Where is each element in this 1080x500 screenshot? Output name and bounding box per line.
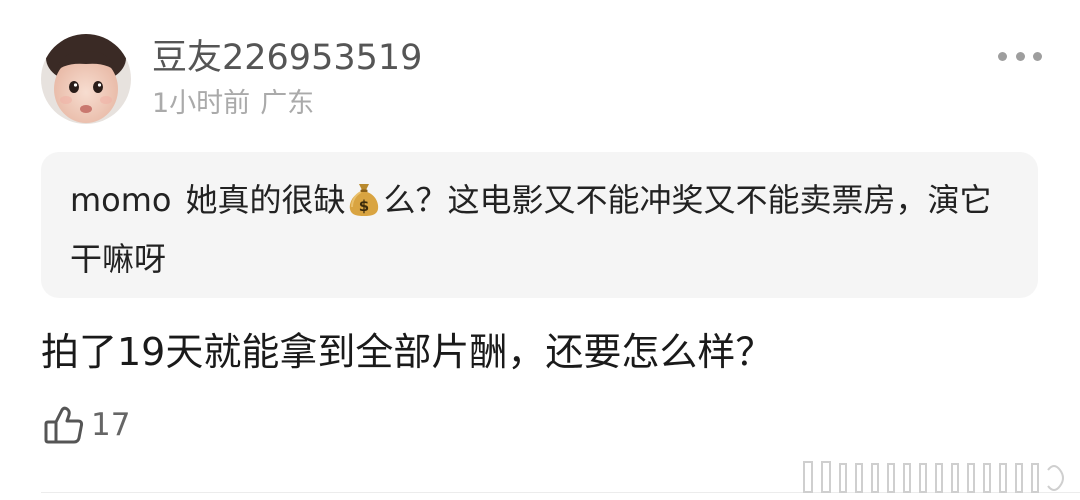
quoted-text-part1: 她真的很缺	[185, 181, 346, 219]
avatar-child-photo	[41, 34, 131, 124]
comment-body: 拍了19天就能拿到全部片酬，还要怎么样？	[41, 330, 774, 374]
more-dot	[1033, 51, 1042, 61]
comment-location: 广东	[260, 88, 315, 119]
like-count: 17	[91, 407, 131, 443]
money-bag-icon: $	[348, 180, 380, 233]
quoted-username[interactable]: momo	[70, 181, 172, 219]
comment-time: 1小时前	[152, 88, 251, 119]
more-options-icon[interactable]	[998, 44, 1042, 68]
thumbs-up-icon	[44, 406, 84, 444]
comment-meta: 1小时前 广东	[152, 86, 314, 122]
username[interactable]: 豆友226953519	[152, 36, 422, 80]
svg-text:$: $	[358, 197, 368, 215]
watermark-logo	[798, 456, 1068, 500]
more-dot	[998, 51, 1007, 61]
avatar[interactable]	[41, 34, 131, 124]
quoted-reply[interactable]: momo 她真的很缺 $ 么？这电影又不能冲奖又不能卖票房，演它干嘛呀	[41, 152, 1038, 298]
more-dot	[1015, 51, 1025, 61]
like-button[interactable]: 17	[43, 404, 130, 446]
